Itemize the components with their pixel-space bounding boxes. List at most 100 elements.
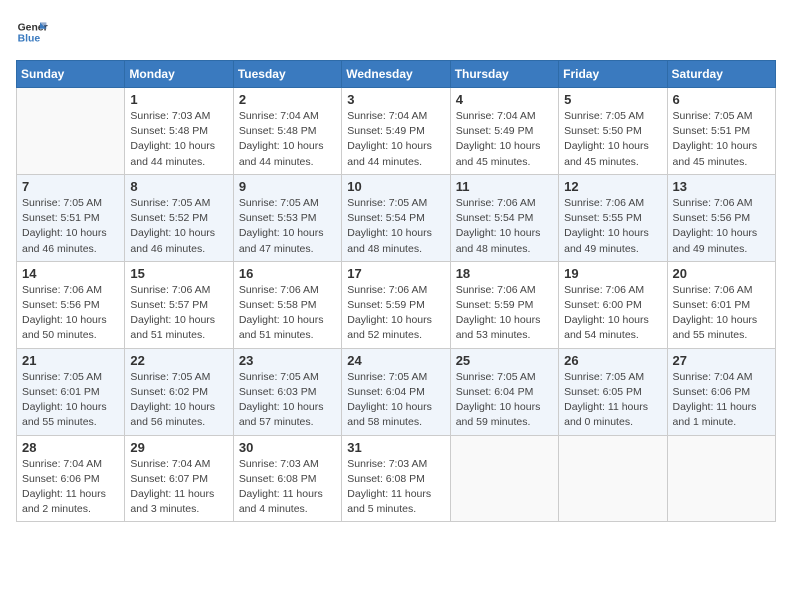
day-number: 17 [347,266,444,281]
calendar-week-3: 14 Sunrise: 7:06 AM Sunset: 5:56 PM Dayli… [17,261,776,348]
day-info: Sunrise: 7:05 AM Sunset: 6:04 PM Dayligh… [347,370,444,431]
calendar-cell: 27 Sunrise: 7:04 AM Sunset: 6:06 PM Dayli… [667,348,775,435]
calendar-cell: 26 Sunrise: 7:05 AM Sunset: 6:05 PM Dayli… [559,348,667,435]
day-info: Sunrise: 7:05 AM Sunset: 5:51 PM Dayligh… [22,196,119,257]
calendar-cell: 9 Sunrise: 7:05 AM Sunset: 5:53 PM Daylig… [233,174,341,261]
day-number: 7 [22,179,119,194]
day-info: Sunrise: 7:06 AM Sunset: 5:59 PM Dayligh… [347,283,444,344]
day-info: Sunrise: 7:05 AM Sunset: 6:01 PM Dayligh… [22,370,119,431]
day-number: 26 [564,353,661,368]
day-info: Sunrise: 7:05 AM Sunset: 6:03 PM Dayligh… [239,370,336,431]
day-info: Sunrise: 7:06 AM Sunset: 5:59 PM Dayligh… [456,283,553,344]
svg-text:Blue: Blue [18,34,41,45]
calendar-cell: 16 Sunrise: 7:06 AM Sunset: 5:58 PM Dayli… [233,261,341,348]
calendar-cell [17,88,125,175]
day-header-sunday: Sunday [17,61,125,88]
day-info: Sunrise: 7:04 AM Sunset: 6:06 PM Dayligh… [673,370,770,431]
day-number: 23 [239,353,336,368]
day-number: 12 [564,179,661,194]
calendar-cell: 31 Sunrise: 7:03 AM Sunset: 6:08 PM Dayli… [342,435,450,522]
day-info: Sunrise: 7:03 AM Sunset: 6:08 PM Dayligh… [347,457,444,518]
day-info: Sunrise: 7:06 AM Sunset: 5:54 PM Dayligh… [456,196,553,257]
day-number: 2 [239,92,336,107]
day-number: 18 [456,266,553,281]
day-info: Sunrise: 7:06 AM Sunset: 5:56 PM Dayligh… [673,196,770,257]
day-info: Sunrise: 7:05 AM Sunset: 5:51 PM Dayligh… [673,109,770,170]
day-number: 24 [347,353,444,368]
day-number: 16 [239,266,336,281]
day-number: 5 [564,92,661,107]
calendar-cell [667,435,775,522]
calendar-week-2: 7 Sunrise: 7:05 AM Sunset: 5:51 PM Daylig… [17,174,776,261]
day-info: Sunrise: 7:06 AM Sunset: 5:58 PM Dayligh… [239,283,336,344]
day-number: 19 [564,266,661,281]
day-info: Sunrise: 7:05 AM Sunset: 6:04 PM Dayligh… [456,370,553,431]
calendar-cell: 30 Sunrise: 7:03 AM Sunset: 6:08 PM Dayli… [233,435,341,522]
calendar-cell: 7 Sunrise: 7:05 AM Sunset: 5:51 PM Daylig… [17,174,125,261]
day-number: 3 [347,92,444,107]
day-info: Sunrise: 7:03 AM Sunset: 5:48 PM Dayligh… [130,109,227,170]
day-info: Sunrise: 7:04 AM Sunset: 5:48 PM Dayligh… [239,109,336,170]
calendar-cell: 19Sunrise: 7:06 AM Sunset: 6:00 PM Dayli… [559,261,667,348]
calendar-cell: 8Sunrise: 7:05 AM Sunset: 5:52 PM Daylig… [125,174,233,261]
day-number: 4 [456,92,553,107]
day-info: Sunrise: 7:04 AM Sunset: 6:06 PM Dayligh… [22,457,119,518]
calendar-cell: 18 Sunrise: 7:06 AM Sunset: 5:59 PM Dayli… [450,261,558,348]
day-number: 9 [239,179,336,194]
day-info: Sunrise: 7:04 AM Sunset: 5:49 PM Dayligh… [456,109,553,170]
day-header-monday: Monday [125,61,233,88]
day-number: 22 [130,353,227,368]
logo-icon: General Blue [16,16,48,48]
day-number: 27 [673,353,770,368]
calendar: SundayMondayTuesdayWednesdayThursdayFrid… [16,60,776,522]
page-header: General Blue [16,16,776,48]
day-header-friday: Friday [559,61,667,88]
calendar-cell: 22Sunrise: 7:05 AM Sunset: 6:02 PM Dayli… [125,348,233,435]
day-info: Sunrise: 7:05 AM Sunset: 5:53 PM Dayligh… [239,196,336,257]
day-info: Sunrise: 7:05 AM Sunset: 6:05 PM Dayligh… [564,370,661,431]
day-info: Sunrise: 7:06 AM Sunset: 5:56 PM Dayligh… [22,283,119,344]
calendar-cell: 20 Sunrise: 7:06 AM Sunset: 6:01 PM Dayli… [667,261,775,348]
day-number: 20 [673,266,770,281]
calendar-cell: 24 Sunrise: 7:05 AM Sunset: 6:04 PM Dayli… [342,348,450,435]
day-info: Sunrise: 7:06 AM Sunset: 5:57 PM Dayligh… [130,283,227,344]
calendar-cell: 11 Sunrise: 7:06 AM Sunset: 5:54 PM Dayli… [450,174,558,261]
calendar-cell: 6 Sunrise: 7:05 AM Sunset: 5:51 PM Daylig… [667,88,775,175]
day-number: 10 [347,179,444,194]
day-number: 8 [130,179,227,194]
calendar-cell: 12Sunrise: 7:06 AM Sunset: 5:55 PM Dayli… [559,174,667,261]
calendar-cell: 5Sunrise: 7:05 AM Sunset: 5:50 PM Daylig… [559,88,667,175]
calendar-cell: 4 Sunrise: 7:04 AM Sunset: 5:49 PM Daylig… [450,88,558,175]
day-number: 30 [239,440,336,455]
calendar-cell: 21 Sunrise: 7:05 AM Sunset: 6:01 PM Dayli… [17,348,125,435]
calendar-cell: 10Sunrise: 7:05 AM Sunset: 5:54 PM Dayli… [342,174,450,261]
calendar-cell: 23 Sunrise: 7:05 AM Sunset: 6:03 PM Dayli… [233,348,341,435]
day-header-thursday: Thursday [450,61,558,88]
day-info: Sunrise: 7:06 AM Sunset: 6:01 PM Dayligh… [673,283,770,344]
day-number: 6 [673,92,770,107]
day-number: 1 [130,92,227,107]
day-number: 29 [130,440,227,455]
calendar-week-4: 21 Sunrise: 7:05 AM Sunset: 6:01 PM Dayli… [17,348,776,435]
calendar-week-5: 28 Sunrise: 7:04 AM Sunset: 6:06 PM Dayli… [17,435,776,522]
calendar-cell [450,435,558,522]
calendar-cell [559,435,667,522]
day-number: 28 [22,440,119,455]
calendar-cell: 15 Sunrise: 7:06 AM Sunset: 5:57 PM Dayli… [125,261,233,348]
day-number: 14 [22,266,119,281]
day-info: Sunrise: 7:04 AM Sunset: 5:49 PM Dayligh… [347,109,444,170]
day-header-wednesday: Wednesday [342,61,450,88]
day-number: 15 [130,266,227,281]
day-number: 21 [22,353,119,368]
day-number: 31 [347,440,444,455]
day-header-tuesday: Tuesday [233,61,341,88]
calendar-cell: 2 Sunrise: 7:04 AM Sunset: 5:48 PM Daylig… [233,88,341,175]
day-info: Sunrise: 7:03 AM Sunset: 6:08 PM Dayligh… [239,457,336,518]
calendar-cell: 25Sunrise: 7:05 AM Sunset: 6:04 PM Dayli… [450,348,558,435]
logo: General Blue [16,16,56,48]
calendar-week-1: 1 Sunrise: 7:03 AM Sunset: 5:48 PM Daylig… [17,88,776,175]
day-header-saturday: Saturday [667,61,775,88]
calendar-cell: 13Sunrise: 7:06 AM Sunset: 5:56 PM Dayli… [667,174,775,261]
calendar-cell: 3 Sunrise: 7:04 AM Sunset: 5:49 PM Daylig… [342,88,450,175]
day-number: 11 [456,179,553,194]
